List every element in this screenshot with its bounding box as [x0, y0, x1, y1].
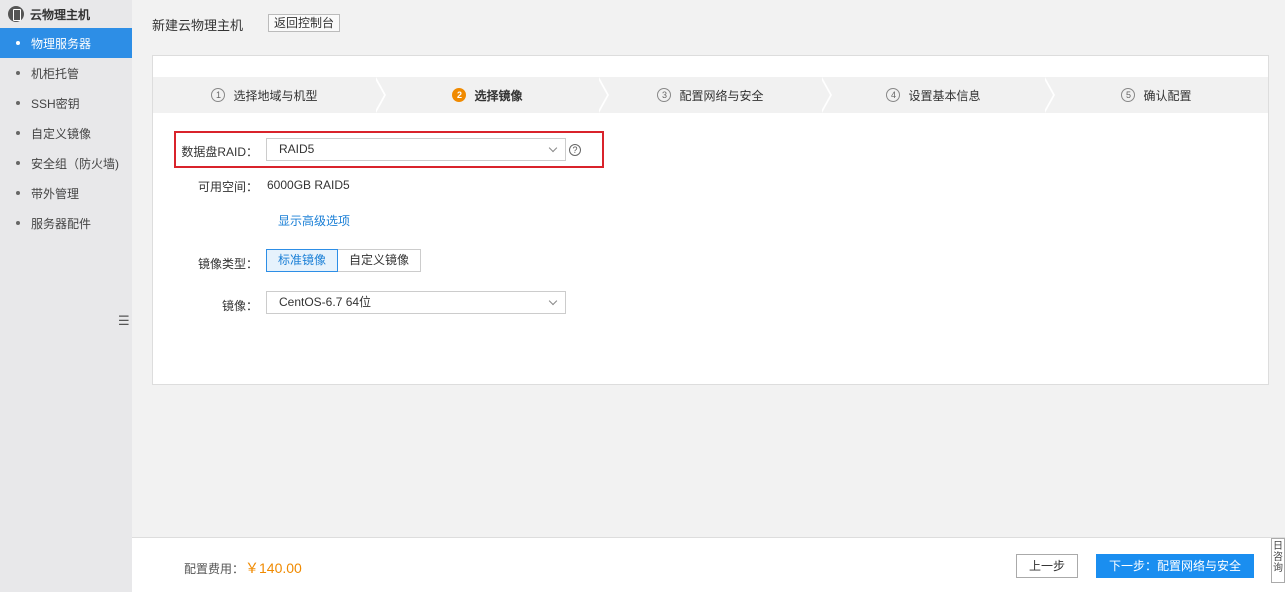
image-type-toggle: 标准镜像 自定义镜像: [266, 249, 422, 272]
space-label: 可用空间：: [197, 180, 258, 194]
chevron-down-icon: [548, 143, 558, 153]
chevron-down-icon: [548, 296, 558, 306]
back-to-console-button[interactable]: 返回控制台: [268, 14, 341, 32]
bullet-icon: [16, 101, 20, 105]
sidebar-item-cabinet-hosting[interactable]: 机柜托管: [0, 58, 132, 88]
step-number: 4: [886, 88, 901, 102]
custom-image-button[interactable]: 自定义镜像: [338, 249, 422, 272]
sidebar-item-label: 带外管理: [31, 186, 80, 201]
bullet-icon: [16, 191, 20, 195]
step-number: 3: [657, 88, 672, 102]
image-select[interactable]: CentOS-6.7 64位: [266, 291, 566, 314]
sidebar-item-ssh-keys[interactable]: SSH密钥: [0, 88, 132, 118]
sidebar-item-custom-image[interactable]: 自定义镜像: [0, 118, 132, 148]
image-type-label: 镜像类型：: [197, 257, 258, 271]
standard-image-button[interactable]: 标准镜像: [266, 249, 339, 272]
fee-label: 配置费用：: [184, 562, 245, 576]
bullet-icon: [16, 41, 20, 45]
sidebar-title[interactable]: 云物理主机: [0, 0, 132, 28]
raid-select-value: RAID5: [279, 142, 315, 156]
fee-value: ￥140.00: [245, 560, 302, 576]
sidebar-item-label: 服务器配件: [31, 216, 92, 231]
image-select-value: CentOS-6.7 64位: [279, 295, 372, 309]
sidebar: 云物理主机 物理服务器 机柜托管 SSH密钥 自定义镜像 安全组（防火墙) 带外…: [0, 0, 132, 592]
sidebar-item-label: 物理服务器: [31, 36, 92, 51]
step-separator-fill: [820, 77, 830, 113]
raid-label: 数据盘RAID：: [181, 145, 258, 159]
step-region-model: 1 选择地域与机型: [153, 77, 386, 113]
image-label: 镜像：: [221, 299, 258, 313]
step-label: 配置网络与安全: [679, 88, 764, 103]
step-number: 2: [452, 88, 467, 102]
step-separator-fill: [1043, 77, 1053, 113]
bullet-icon: [16, 131, 20, 135]
sidebar-item-label: 自定义镜像: [31, 126, 92, 141]
next-step-button[interactable]: 下一步：配置网络与安全: [1096, 554, 1254, 578]
sidebar-item-server-parts[interactable]: 服务器配件: [0, 208, 132, 238]
consult-label: 咨询: [1273, 552, 1283, 574]
sidebar-item-security-group[interactable]: 安全组（防火墙): [0, 148, 132, 178]
bullet-icon: [16, 71, 20, 75]
step-number: 1: [211, 88, 226, 102]
bullet-icon: [16, 161, 20, 165]
step-label: 确认配置: [1143, 88, 1192, 103]
server-icon: [8, 6, 24, 22]
consult-button[interactable]: 日 咨询: [1271, 538, 1285, 583]
step-confirm: 5 确认配置: [1045, 77, 1268, 113]
sidebar-item-oob-management[interactable]: 带外管理: [0, 178, 132, 208]
step-separator-fill: [597, 77, 607, 113]
step-basic-info: 4 设置基本信息: [822, 77, 1055, 113]
step-number: 5: [1121, 88, 1136, 102]
step-label: 设置基本信息: [908, 88, 981, 103]
step-label: 选择镜像: [474, 88, 523, 103]
sidebar-item-label: SSH密钥: [31, 96, 80, 111]
page-title: 新建云物理主机: [152, 18, 244, 33]
space-value: 6000GB RAID5: [267, 178, 350, 192]
footer-bar: 配置费用： ￥140.00 上一步 下一步：配置网络与安全 日 咨询: [132, 537, 1285, 592]
sidebar-item-physical-server[interactable]: 物理服务器: [0, 28, 132, 58]
step-network-security: 3 配置网络与安全: [599, 77, 832, 113]
previous-step-button[interactable]: 上一步: [1016, 554, 1078, 578]
step-separator-fill: [374, 77, 384, 113]
step-select-image: 2 选择镜像: [376, 77, 609, 113]
sidebar-item-label: 安全组（防火墙): [31, 156, 119, 171]
step-bar: 1 选择地域与机型 2 选择镜像 3 配置网络与安全 4 设置基本信息 5 确认…: [153, 77, 1268, 113]
sidebar-title-label: 云物理主机: [30, 7, 91, 22]
bullet-icon: [16, 221, 20, 225]
collapse-sidebar-icon[interactable]: ☰: [118, 314, 132, 328]
chat-icon: 日: [1273, 541, 1283, 552]
sidebar-item-label: 机柜托管: [31, 66, 80, 81]
help-icon[interactable]: ?: [569, 144, 581, 156]
show-advanced-link[interactable]: 显示高级选项: [278, 212, 350, 229]
raid-select[interactable]: RAID5: [266, 138, 566, 161]
step-label: 选择地域与机型: [233, 88, 318, 103]
